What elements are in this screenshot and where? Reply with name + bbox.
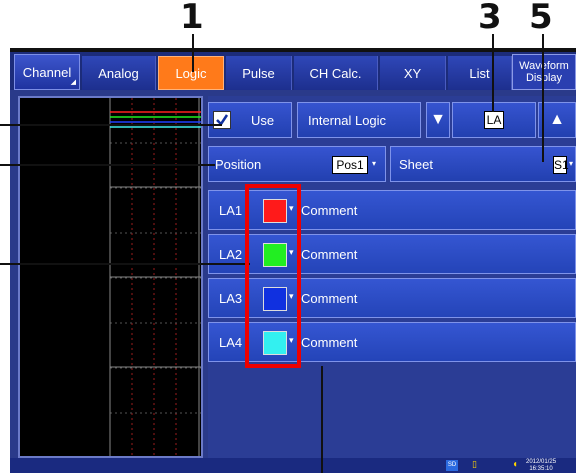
callout-1: 1	[180, 0, 204, 37]
use-toggle[interactable]: Use	[208, 102, 292, 138]
sheet-label: Sheet	[399, 157, 433, 172]
channel-label: LA2	[219, 247, 243, 262]
group-value: LA	[484, 111, 504, 129]
tab-waveform-display-label: Waveform Display	[519, 60, 569, 84]
sheet-value: S1	[553, 156, 569, 174]
channel-label: LA3	[219, 291, 243, 306]
tab-analog-label: Analog	[98, 65, 139, 81]
chevron-down-icon: ▾	[372, 159, 377, 168]
leader-line-comment	[321, 366, 323, 473]
use-checkbox[interactable]	[213, 111, 231, 129]
leader-line-position	[0, 164, 215, 166]
tab-analog[interactable]: Analog	[82, 56, 156, 90]
tab-list-label: List	[469, 65, 490, 81]
leader-line-3	[492, 34, 494, 112]
tab-channel-label: Channel	[22, 64, 72, 80]
tab-waveform-display[interactable]: Waveform Display	[512, 54, 576, 90]
comment-field-la4[interactable]: Comment	[301, 335, 357, 350]
leader-line-use	[0, 124, 222, 126]
tab-ch-calc[interactable]: CH Calc.	[294, 56, 378, 90]
clock: 2012/01/25 16:35:10	[526, 459, 556, 473]
sd-card-icon: SD	[446, 460, 458, 471]
group-selector[interactable]: LA	[452, 102, 536, 138]
tab-pulse[interactable]: Pulse	[226, 56, 292, 90]
leader-line-color	[0, 263, 250, 265]
sheet-setting[interactable]: Sheet S1 ▾	[390, 146, 576, 182]
tab-xy-label: XY	[403, 65, 422, 81]
clock-time: 16:35:10	[529, 466, 553, 472]
channel-label: LA1	[219, 203, 243, 218]
corner-arrow-icon: ◢	[70, 79, 76, 86]
comment-field-la3[interactable]: Comment	[301, 291, 357, 306]
position-label: Position	[215, 157, 262, 172]
leader-line-1	[192, 34, 194, 72]
status-bar: SD ▯ ◖ 2012/01/25 16:35:10	[10, 458, 576, 473]
tab-list[interactable]: List	[448, 56, 512, 90]
position-value: Pos1	[332, 156, 368, 174]
tab-pulse-label: Pulse	[242, 65, 275, 81]
triangle-down-icon: ▼	[430, 111, 446, 128]
tab-ch-calc-label: CH Calc.	[309, 65, 362, 81]
callout-5: 5	[529, 0, 553, 37]
chevron-down-icon: ▾	[569, 159, 574, 168]
callout-3: 3	[478, 0, 502, 37]
use-label: Use	[251, 113, 275, 128]
logic-mode-button[interactable]: Internal Logic	[297, 102, 421, 138]
logic-mode-label: Internal Logic	[308, 112, 387, 128]
tab-logic[interactable]: Logic	[158, 56, 224, 90]
memory-icon: ▯	[472, 459, 477, 469]
prev-group-button[interactable]: ▼	[426, 102, 450, 138]
triangle-up-icon: ▲	[549, 111, 565, 128]
leader-line-5	[542, 34, 544, 162]
tab-logic-label: Logic	[175, 65, 207, 81]
power-icon: ◖	[512, 459, 519, 470]
tab-channel[interactable]: Channel ◢	[14, 54, 80, 90]
tab-xy[interactable]: XY	[380, 56, 446, 90]
comment-field-la2[interactable]: Comment	[301, 247, 357, 262]
clock-date: 2012/01/25	[526, 459, 557, 465]
position-setting[interactable]: Position Pos1 ▾	[208, 146, 386, 182]
channel-label: LA4	[219, 335, 243, 350]
color-highlight-box	[245, 184, 301, 368]
comment-field-la1[interactable]: Comment	[301, 203, 357, 218]
waveform-preview	[18, 96, 203, 458]
